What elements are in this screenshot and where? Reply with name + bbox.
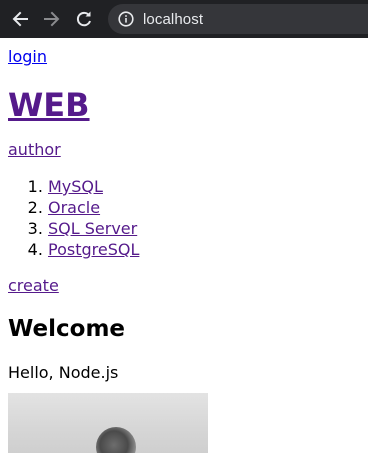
list-item: PostgreSQL bbox=[48, 239, 360, 260]
topic-link-oracle[interactable]: Oracle bbox=[48, 198, 100, 217]
welcome-heading: Welcome bbox=[8, 316, 126, 342]
list-item: Oracle bbox=[48, 197, 360, 218]
create-link[interactable]: create bbox=[8, 276, 59, 296]
back-button[interactable] bbox=[6, 5, 34, 33]
content-image bbox=[8, 393, 208, 453]
arrow-right-icon bbox=[44, 11, 60, 27]
list-item: SQL Server bbox=[48, 218, 360, 239]
info-icon[interactable] bbox=[118, 11, 134, 27]
list-item: MySQL bbox=[48, 176, 360, 197]
page-content: login WEB author MySQL Oracle SQL Server… bbox=[0, 38, 368, 453]
browser-toolbar: localhost bbox=[0, 0, 368, 38]
reload-button[interactable] bbox=[70, 5, 98, 33]
home-link[interactable]: WEB bbox=[8, 86, 90, 124]
forward-button[interactable] bbox=[38, 5, 66, 33]
description-text: Hello, Node.js bbox=[8, 363, 119, 382]
image-subject bbox=[96, 427, 136, 453]
url-text: localhost bbox=[143, 10, 204, 28]
address-bar[interactable]: localhost bbox=[108, 4, 368, 34]
topic-link-postgresql[interactable]: PostgreSQL bbox=[48, 240, 139, 259]
reload-icon bbox=[76, 11, 91, 27]
author-link[interactable]: author bbox=[8, 140, 61, 160]
topic-link-mysql[interactable]: MySQL bbox=[48, 177, 103, 196]
topic-link-sql-server[interactable]: SQL Server bbox=[48, 219, 137, 238]
arrow-left-icon bbox=[12, 11, 28, 27]
topic-list: MySQL Oracle SQL Server PostgreSQL bbox=[8, 176, 360, 260]
login-link[interactable]: login bbox=[8, 47, 47, 67]
page-title: WEB bbox=[8, 86, 360, 124]
